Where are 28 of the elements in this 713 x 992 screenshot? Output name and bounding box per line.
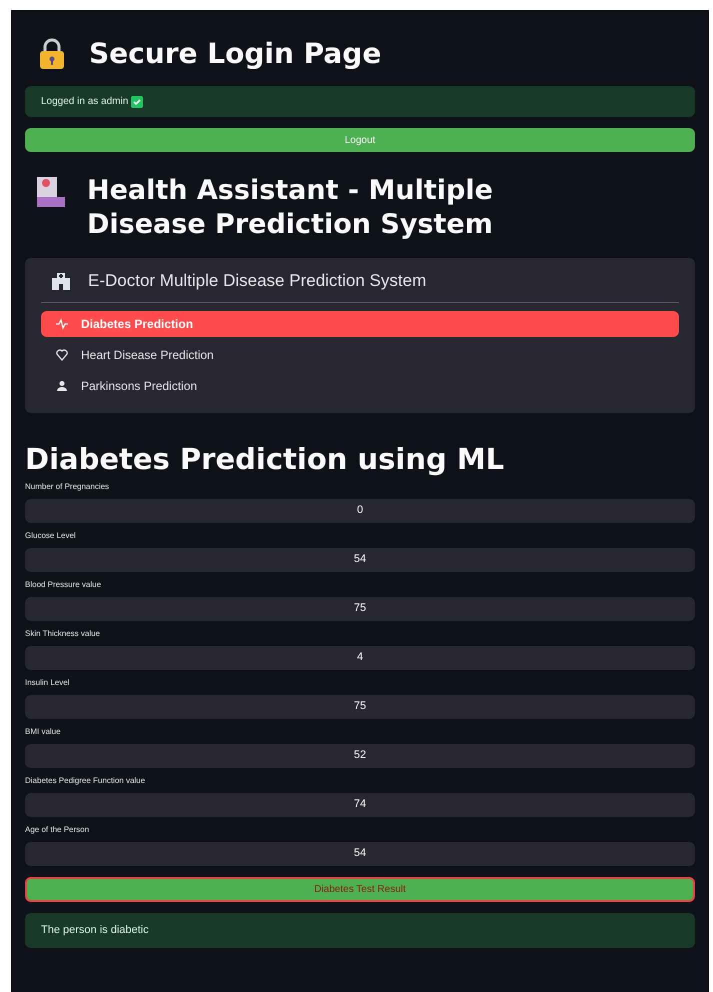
number-field[interactable]: 54 <box>25 842 695 866</box>
heart-icon <box>55 348 69 362</box>
number-field[interactable]: 54 <box>25 548 695 572</box>
field-label: Insulin Level <box>25 676 70 688</box>
field-label: BMI value <box>25 726 62 738</box>
number-field[interactable]: 52 <box>25 744 695 768</box>
field-label: Diabetes Pedigree Function value <box>25 774 146 786</box>
menu-item[interactable]: Heart Disease Prediction <box>41 342 679 368</box>
menu-item[interactable]: Parkinsons Prediction <box>41 372 679 398</box>
check-icon <box>131 96 144 108</box>
field-label: Age of the Person <box>25 824 90 836</box>
field-label: Skin Thickness value <box>25 628 101 640</box>
field-label: Blood Pressure value <box>25 578 102 590</box>
number-field[interactable]: 74 <box>25 792 695 816</box>
app-title: Health Assistant - Multiple Disease Prediction System <box>87 174 494 242</box>
number-field[interactable]: 75 <box>25 694 695 718</box>
pulse-icon <box>55 316 69 330</box>
field-label: Glucose Level <box>25 530 77 542</box>
person-icon <box>55 378 69 392</box>
number-field[interactable]: 75 <box>25 596 695 620</box>
menu-title: E-Doctor Multiple Disease Prediction System <box>88 270 426 292</box>
number-field[interactable]: 4 <box>25 646 695 670</box>
section-title: Diabetes Prediction using ML <box>25 440 506 478</box>
result-text: The person is diabetic <box>41 922 149 938</box>
status-text: Logged in as admin <box>41 95 128 109</box>
field-label: Number of Pregnancies <box>25 480 110 492</box>
number-field[interactable]: 0 <box>25 498 695 522</box>
page-title: Secure Login Page <box>89 36 382 72</box>
